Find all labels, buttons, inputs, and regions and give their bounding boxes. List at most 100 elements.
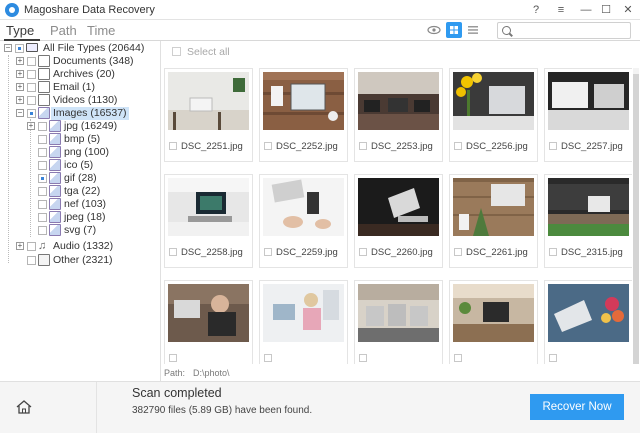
file-checkbox[interactable] — [359, 248, 367, 256]
file-checkbox[interactable] — [454, 354, 462, 362]
file-card[interactable]: DSC_2259.jpg — [259, 174, 348, 268]
select-all[interactable]: Select all — [172, 46, 230, 58]
tree-item-jpg[interactable]: + jpg (16249) — [0, 120, 160, 133]
nef-checkbox[interactable] — [38, 200, 47, 209]
other-checkbox[interactable] — [27, 256, 36, 265]
collapse-icon[interactable]: − — [16, 109, 24, 117]
tree-item-images[interactable]: − Images (16537) — [0, 107, 160, 120]
videos-checkbox[interactable] — [27, 96, 36, 105]
file-checkbox[interactable] — [169, 354, 177, 362]
email-checkbox[interactable] — [27, 83, 36, 92]
file-card[interactable]: DSC_2260.jpg — [354, 174, 443, 268]
file-checkbox[interactable] — [169, 142, 177, 150]
tree-item-documents[interactable]: + Documents (348) — [0, 55, 160, 68]
file-card[interactable]: DSC_2315.jpg — [544, 174, 632, 268]
tree-root-all-types[interactable]: − All File Types (20644) — [0, 42, 160, 55]
file-checkbox[interactable] — [264, 248, 272, 256]
file-name[interactable]: DSC_2258.jpg — [169, 247, 243, 258]
file-name[interactable]: DSC_2257.jpg — [549, 141, 623, 152]
tree-item-other[interactable]: Other (2321) — [0, 254, 160, 267]
file-card[interactable]: DSC_2253.jpg — [354, 68, 443, 162]
vertical-scrollbar[interactable] — [633, 68, 639, 364]
svg-checkbox[interactable] — [38, 226, 47, 235]
bmp-checkbox[interactable] — [38, 135, 47, 144]
file-checkbox[interactable] — [549, 248, 557, 256]
search-input[interactable] — [516, 24, 626, 37]
file-card[interactable] — [259, 280, 348, 364]
file-checkbox[interactable] — [454, 142, 462, 150]
file-name[interactable]: DSC_2251.jpg — [169, 141, 243, 152]
file-name[interactable] — [264, 353, 276, 364]
list-view-icon[interactable] — [465, 22, 481, 38]
file-checkbox[interactable] — [454, 248, 462, 256]
expand-icon[interactable]: + — [16, 70, 24, 78]
file-name[interactable]: DSC_2261.jpg — [454, 247, 528, 258]
help-button[interactable]: ? — [528, 2, 544, 18]
recover-now-button[interactable]: Recover Now — [530, 394, 624, 420]
tga-checkbox[interactable] — [38, 187, 47, 196]
file-name[interactable]: DSC_2253.jpg — [359, 141, 433, 152]
minimize-button[interactable]: — — [578, 2, 594, 18]
file-checkbox[interactable] — [264, 142, 272, 150]
file-card[interactable] — [449, 280, 538, 364]
audio-checkbox[interactable] — [27, 242, 36, 251]
home-icon[interactable] — [16, 400, 32, 414]
ico-checkbox[interactable] — [38, 161, 47, 170]
file-checkbox[interactable] — [359, 142, 367, 150]
expand-icon[interactable]: + — [16, 242, 24, 250]
file-name[interactable]: DSC_2252.jpg — [264, 141, 338, 152]
tree-item-svg[interactable]: svg (7) — [0, 224, 160, 237]
expand-icon[interactable]: + — [16, 96, 24, 104]
tab-type[interactable]: Type — [6, 23, 34, 38]
tree-item-videos[interactable]: + Videos (1130) — [0, 94, 160, 107]
close-button[interactable]: ✕ — [620, 2, 636, 18]
file-card[interactable]: DSC_2251.jpg — [164, 68, 253, 162]
expand-icon[interactable]: + — [27, 122, 35, 130]
file-name[interactable]: DSC_2260.jpg — [359, 247, 433, 258]
file-name[interactable] — [359, 353, 371, 364]
tree-item-gif[interactable]: gif (28) — [0, 172, 160, 185]
file-card[interactable]: DSC_2257.jpg — [544, 68, 632, 162]
jpeg-checkbox[interactable] — [38, 213, 47, 222]
tab-time[interactable]: Time — [87, 23, 115, 38]
expand-icon[interactable]: + — [16, 57, 24, 65]
menu-button[interactable]: ≡ — [553, 2, 569, 18]
file-checkbox[interactable] — [549, 354, 557, 362]
grid-view-icon[interactable] — [446, 22, 462, 38]
select-all-checkbox[interactable] — [172, 47, 181, 56]
tree-item-archives[interactable]: + Archives (20) — [0, 68, 160, 81]
collapse-icon[interactable]: − — [4, 44, 12, 52]
file-name[interactable]: DSC_2259.jpg — [264, 247, 338, 258]
root-checkbox[interactable] — [15, 44, 24, 53]
tree-item-audio[interactable]: + ♫ Audio (1332) — [0, 240, 160, 253]
tree-item-jpeg[interactable]: jpeg (18) — [0, 211, 160, 224]
tree-item-email[interactable]: + Email (1) — [0, 81, 160, 94]
file-checkbox[interactable] — [549, 142, 557, 150]
gif-checkbox[interactable] — [38, 174, 47, 183]
tree-item-ico[interactable]: ico (5) — [0, 159, 160, 172]
file-card[interactable] — [544, 280, 632, 364]
file-name[interactable]: DSC_2256.jpg — [454, 141, 528, 152]
images-checkbox[interactable] — [27, 109, 36, 118]
file-checkbox[interactable] — [169, 248, 177, 256]
tree-item-tga[interactable]: tga (22) — [0, 185, 160, 198]
tree-item-png[interactable]: png (100) — [0, 146, 160, 159]
file-name[interactable]: DSC_2315.jpg — [549, 247, 623, 258]
vertical-scroll-thumb[interactable] — [633, 74, 639, 364]
png-checkbox[interactable] — [38, 148, 47, 157]
tree-item-nef[interactable]: nef (103) — [0, 198, 160, 211]
eye-icon[interactable] — [426, 22, 442, 38]
file-name[interactable] — [549, 353, 561, 364]
file-card[interactable] — [354, 280, 443, 364]
file-card[interactable]: DSC_2256.jpg — [449, 68, 538, 162]
file-name[interactable] — [169, 353, 181, 364]
expand-icon[interactable]: + — [16, 83, 24, 91]
maximize-button[interactable]: ☐ — [598, 2, 614, 18]
documents-checkbox[interactable] — [27, 57, 36, 66]
file-card[interactable]: DSC_2261.jpg — [449, 174, 538, 268]
archives-checkbox[interactable] — [27, 70, 36, 79]
search-box[interactable] — [497, 22, 631, 39]
file-checkbox[interactable] — [359, 354, 367, 362]
file-card[interactable]: DSC_2252.jpg — [259, 68, 348, 162]
file-card[interactable] — [164, 280, 253, 364]
